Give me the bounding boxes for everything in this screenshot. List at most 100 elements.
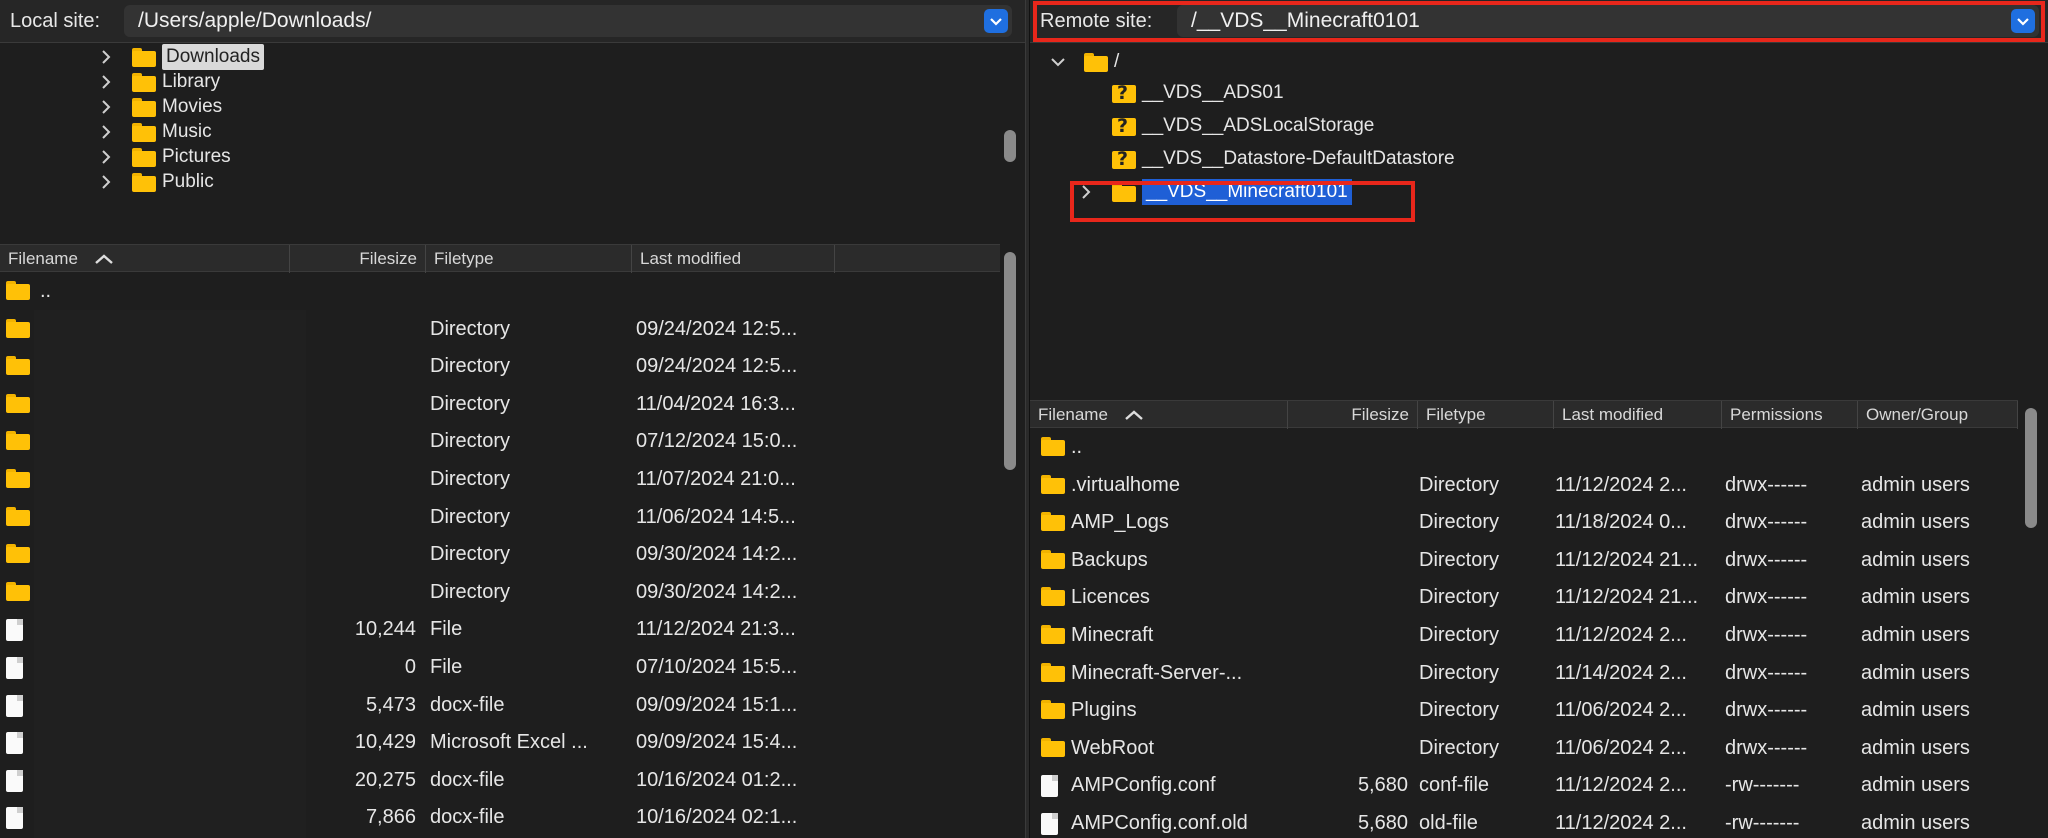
table-row[interactable]: Directory 09/24/2024 12:5... (0, 311, 1025, 348)
folder-icon (6, 544, 36, 569)
remote-col-filename[interactable]: Filename (1030, 401, 1288, 429)
remote-col-modified[interactable]: Last modified (1554, 401, 1722, 429)
table-row[interactable]: 5,473 docx-file 09/09/2024 15:1... (0, 687, 1025, 724)
folder-icon (6, 393, 36, 419)
chevron-right-icon[interactable] (98, 174, 114, 190)
remote-path-text[interactable]: /__VDS__Minecraft0101 (1177, 9, 1420, 33)
table-row[interactable]: Minecraft-Server-... Directory 11/14/2024 … (1030, 655, 2048, 692)
file-icon (6, 619, 23, 647)
folder-icon (1041, 625, 1071, 650)
table-row[interactable]: Directory 09/30/2024 14:2... (0, 574, 1025, 611)
cell-owner: admin users (1861, 812, 1970, 834)
local-col-filesize[interactable]: Filesize (290, 245, 426, 273)
chevron-right-icon[interactable] (98, 149, 114, 165)
chevron-right-icon[interactable] (98, 74, 114, 90)
local-path-text[interactable]: /Users/apple/Downloads/ (124, 9, 371, 33)
remote-col-permissions[interactable]: Permissions (1722, 401, 1858, 429)
folder-icon (1041, 662, 1071, 688)
remote-tree-root[interactable]: / (1050, 47, 1119, 77)
chevron-down-icon[interactable] (1050, 54, 1066, 70)
table-row[interactable]: Directory 07/12/2024 15:0... (0, 423, 1025, 460)
remote-col-filesize[interactable]: Filesize (1288, 401, 1418, 429)
table-row[interactable]: AMPConfig.conf.old 5,680 old-file 11/12/202… (1030, 805, 2048, 838)
local-col-filetype[interactable]: Filetype (426, 245, 632, 273)
cell-perms: -rw------- (1725, 774, 1800, 797)
cell-modified: 07/12/2024 15:0... (636, 430, 798, 453)
remote-file-list: Filename Filesize Filetype Last modified… (1030, 400, 2048, 838)
local-path-combo[interactable]: /Users/apple/Downloads/ (124, 5, 1012, 37)
chevron-right-icon[interactable] (1078, 184, 1094, 200)
cell-type: Directory (430, 430, 511, 453)
cell-name: WebRoot (1071, 736, 1155, 759)
table-row[interactable]: WebRoot Directory 11/06/2024 2... drwx-----… (1030, 730, 2048, 767)
chevron-right-icon[interactable] (98, 99, 114, 115)
table-row[interactable]: .virtualhome Directory 11/12/2024 2... drwx… (1030, 467, 2048, 504)
folder-icon (132, 147, 156, 167)
chevron-right-icon[interactable] (98, 124, 114, 140)
cell-modified: 11/12/2024 2... (1555, 774, 1687, 797)
table-row[interactable]: Directory 11/04/2024 16:3... (0, 386, 1025, 423)
table-row[interactable]: Minecraft Directory 11/12/2024 2... drwx---… (1030, 617, 2048, 654)
remote-col-owner[interactable]: Owner/Group (1858, 401, 2018, 429)
local-list-scrollbar[interactable] (1004, 252, 1016, 470)
table-row[interactable]: AMPConfig.conf 5,680 conf-file 11/12/2024 2… (1030, 767, 2048, 804)
table-row[interactable]: 10,244 File 11/12/2024 21:3... (0, 611, 1025, 648)
table-row[interactable]: Plugins Directory 11/06/2024 2... drwx-----… (1030, 692, 2048, 729)
cell-owner: admin users (1861, 473, 1970, 496)
cell-size (1288, 655, 1408, 692)
cell-size: 0 (404, 656, 416, 678)
table-row[interactable]: 7,866 docx-file 10/16/2024 02:1... (0, 799, 1025, 836)
cell-owner: admin users (1861, 586, 1970, 609)
table-row[interactable]: .. (0, 273, 1025, 310)
table-row[interactable]: 20,275 docx-file 10/16/2024 01:2... (0, 762, 1025, 799)
cell-name: Backups (1071, 548, 1148, 571)
table-row[interactable]: Directory 09/30/2024 14:2... (0, 536, 1025, 573)
chevron-down-icon[interactable] (984, 9, 1008, 33)
chevron-down-icon[interactable] (2011, 9, 2035, 33)
cell-size (290, 273, 416, 310)
table-row[interactable]: Directory 09/24/2024 12:5... (0, 348, 1025, 385)
cell-perms: -rw------- (1725, 812, 1800, 834)
table-row[interactable]: Directory 11/07/2024 21:0... (0, 461, 1025, 498)
local-col-modified[interactable]: Last modified (632, 245, 835, 273)
local-directory-tree: Downloads Library Movies Music Pictures Publi… (0, 44, 1025, 240)
folder-icon (1084, 52, 1108, 72)
local-tree-item[interactable]: Public (98, 167, 214, 197)
cell-perms (1725, 429, 1855, 466)
table-row[interactable]: Directory 11/06/2024 14:5... (0, 499, 1025, 536)
remote-site-bar: Remote site: /__VDS__Minecraft0101 (1030, 0, 2048, 43)
remote-list-scrollbar[interactable] (2025, 408, 2037, 528)
remote-tree-item[interactable]: __VDS__Minecraft0101 (1078, 177, 1352, 207)
tree-item-label: Public (162, 171, 214, 192)
table-row[interactable]: 10,429 Microsoft Excel ... 09/09/2024 15:4… (0, 724, 1025, 761)
tree-item-label: __VDS__Datastore-DefaultDatastore (1142, 148, 1455, 169)
table-row[interactable]: Backups Directory 11/12/2024 21... drwx----… (1030, 542, 2048, 579)
remote-tree-item[interactable]: ? __VDS__Datastore-DefaultDatastore (1112, 144, 1455, 174)
tree-item-label: __VDS__ADSLocalStorage (1142, 115, 1375, 136)
table-row[interactable]: Licences Directory 11/12/2024 21... drwx---… (1030, 579, 2048, 616)
cell-name: Minecraft (1071, 624, 1154, 646)
table-row[interactable]: 0 File 07/10/2024 15:5... (0, 649, 1025, 686)
cell-owner: admin users (1861, 736, 1970, 759)
remote-tree-item[interactable]: ? __VDS__ADSLocalStorage (1112, 111, 1374, 141)
cell-size (1288, 579, 1408, 616)
cell-size: 5,680 (1357, 812, 1408, 834)
remote-path-combo[interactable]: /__VDS__Minecraft0101 (1177, 5, 2039, 37)
cell-owner: admin users (1861, 511, 1970, 534)
cell-perms: drwx------ (1725, 624, 1808, 646)
local-tree-scrollbar[interactable] (1004, 130, 1016, 162)
remote-tree-item[interactable]: ? __VDS__ADS01 (1112, 78, 1284, 108)
cell-modified: 09/24/2024 12:5... (636, 317, 798, 340)
table-row[interactable]: .. (1030, 429, 2048, 466)
cell-name: AMP_Logs (1071, 511, 1169, 534)
unknown-folder-icon: ? (1112, 148, 1136, 170)
local-col-filename[interactable]: Filename (0, 245, 290, 273)
file-icon (6, 769, 23, 798)
remote-col-filetype[interactable]: Filetype (1418, 401, 1554, 429)
cell-type: Directory (430, 505, 511, 528)
table-row[interactable]: AMP_Logs Directory 11/18/2024 0... drwx----… (1030, 504, 2048, 541)
folder-icon (6, 318, 36, 344)
local-site-label: Local site: (10, 9, 101, 32)
cell-type: Directory (1419, 473, 1500, 496)
chevron-right-icon[interactable] (98, 49, 114, 65)
